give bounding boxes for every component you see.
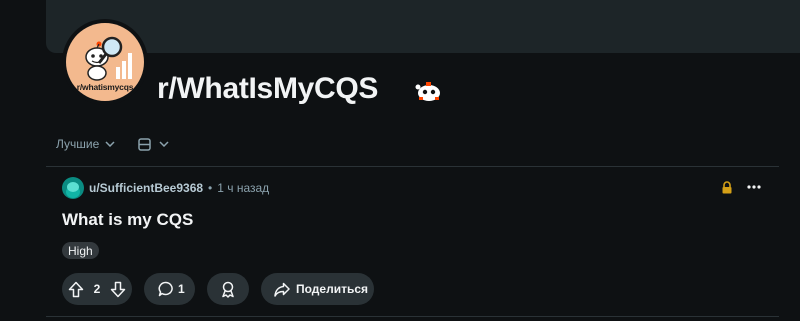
divider bbox=[46, 316, 779, 317]
subreddit-title: r/WhatIsMyCQS bbox=[157, 72, 379, 105]
sort-dropdown[interactable]: Лучшие bbox=[56, 135, 115, 153]
post-author[interactable]: u/SufficientBee9368 bbox=[89, 181, 203, 195]
chevron-down-icon bbox=[105, 141, 115, 147]
subreddit-avatar[interactable]: r/whatismycqs bbox=[62, 19, 148, 105]
post-flair[interactable]: High bbox=[62, 242, 99, 259]
subreddit-avatar-image: r/whatismycqs bbox=[66, 23, 144, 101]
more-options-icon[interactable] bbox=[746, 184, 762, 190]
comment-icon bbox=[158, 281, 173, 297]
downvote-button[interactable] bbox=[110, 281, 126, 298]
share-icon bbox=[274, 282, 290, 297]
comments-button[interactable]: 1 bbox=[144, 273, 195, 305]
mascot-icon bbox=[415, 82, 440, 101]
vote-bar: 2 bbox=[62, 273, 132, 305]
divider bbox=[46, 166, 779, 167]
view-dropdown[interactable] bbox=[138, 135, 169, 153]
arrow-down-icon bbox=[110, 281, 126, 297]
subreddit-banner bbox=[46, 0, 800, 53]
comment-count: 1 bbox=[178, 282, 185, 296]
meta-separator: • bbox=[208, 181, 213, 195]
vote-count: 2 bbox=[93, 282, 101, 296]
sort-label: Лучшие bbox=[56, 137, 100, 151]
post-time: 1 ч назад bbox=[217, 181, 270, 195]
subreddit-avatar-label: r/whatismycqs bbox=[76, 82, 134, 92]
chevron-down-icon bbox=[159, 141, 169, 147]
arrow-up-icon bbox=[68, 281, 84, 297]
award-icon bbox=[222, 281, 234, 298]
upvote-button[interactable] bbox=[68, 281, 84, 298]
share-button[interactable]: Поделиться bbox=[261, 273, 374, 305]
post-title[interactable]: What is my CQS bbox=[62, 210, 193, 230]
user-avatar[interactable] bbox=[62, 177, 84, 199]
layout-card-icon bbox=[138, 137, 151, 151]
post-meta: u/SufficientBee9368 • 1 ч назад bbox=[62, 177, 269, 199]
user-snoo-icon bbox=[66, 182, 80, 198]
lock-icon bbox=[722, 181, 732, 194]
share-label: Поделиться bbox=[296, 282, 369, 296]
award-button[interactable] bbox=[207, 273, 249, 305]
